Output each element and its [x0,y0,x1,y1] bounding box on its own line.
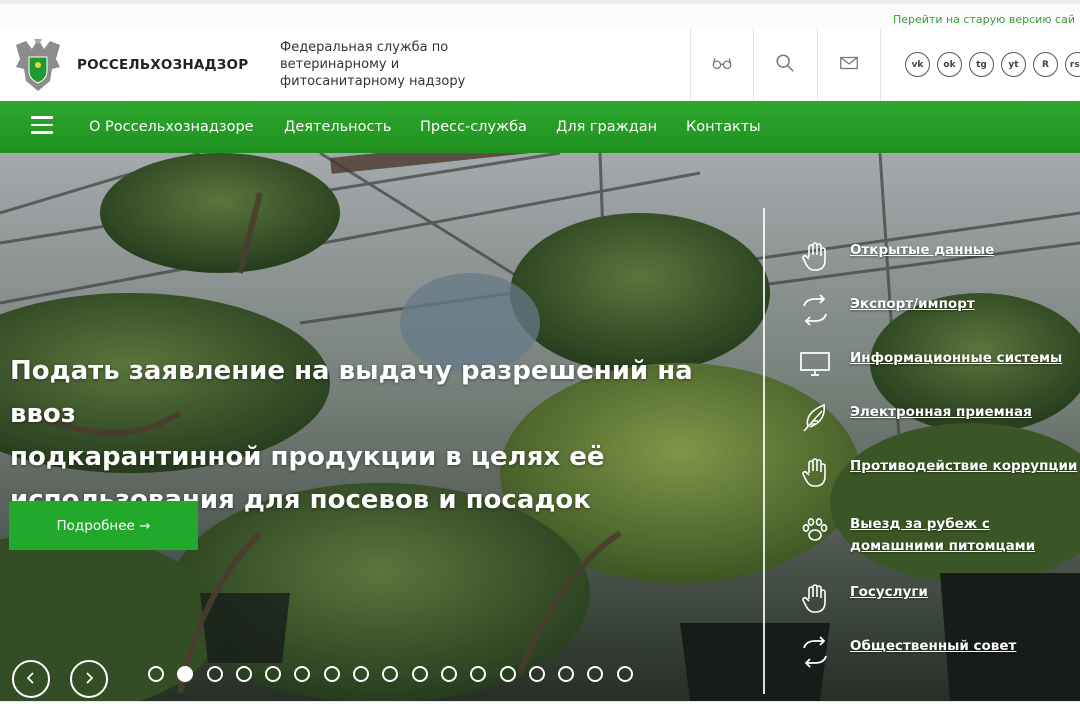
quick-link-gosuslugi[interactable]: Госуслуги [798,581,928,615]
org-name: РОССЕЛЬХОЗНАДЗОР [77,57,249,73]
old-version-link[interactable]: Перейти на старую версию сай [893,13,1075,26]
top-utility-bar: Перейти на старую версию сай [0,0,1080,28]
quick-link-label: Госуслуги [850,584,928,600]
slider-dot[interactable] [440,666,457,682]
slider-dot[interactable] [206,666,223,682]
rutube-icon[interactable]: R [1033,52,1058,77]
quick-link-e-reception[interactable]: Электронная приемная [798,401,1032,435]
quick-link-label: Открытые данные [850,242,995,258]
slider-dot[interactable] [382,666,399,682]
hero-slider: Подать заявление на выдачу разрешений на… [0,153,1080,701]
hero-title-line: Подать заявление на выдачу разрешений на… [10,356,693,429]
slider-dot[interactable] [411,666,428,682]
slider-dot[interactable] [235,666,252,682]
youtube-icon[interactable]: yt [1001,52,1026,77]
page-bottom-strip [0,701,1080,720]
feather-icon [798,401,832,435]
quick-link-export-import[interactable]: Экспорт/импорт [798,293,975,327]
nav-item-activity[interactable]: Деятельность [284,119,391,135]
slider-next-button[interactable] [70,660,108,698]
odnoklassniki-icon[interactable]: ok [937,52,962,77]
quick-link-pets-abroad[interactable]: Выезд за рубеж с домашними питомцами [798,513,1080,557]
slider-dot[interactable] [499,666,516,682]
quick-link-label: Информационные системы [850,350,1063,366]
quick-link-public-council[interactable]: Общественный совет [798,635,1016,669]
hero-title-line: подкарантинной продукции в целях её [10,442,605,472]
exchange-arrows-icon [798,635,832,669]
accessibility-button[interactable] [690,28,753,101]
menu-hamburger-icon[interactable] [31,116,53,136]
org-description-line: Федеральная служба по [280,40,449,55]
slider-dot[interactable] [616,666,633,682]
glasses-icon [711,52,733,78]
slider-dot[interactable] [265,666,282,682]
social-links: vk ok tg yt R rss [880,28,1080,101]
nav-item-citizens[interactable]: Для граждан [556,119,657,135]
slider-dot[interactable] [528,666,545,682]
slider-dot[interactable] [323,666,340,682]
coat-of-arms-logo[interactable] [12,35,64,93]
quick-link-anti-corruption[interactable]: Противодействие коррупции [798,455,1077,489]
quick-link-label: Общественный совет [850,638,1017,654]
quick-link-label: Выезд за рубеж с домашними питомцами [850,516,1036,554]
org-description-line: фитосанитарному надзору [280,74,466,89]
more-details-button[interactable]: Подробнее → [9,501,198,550]
slider-dot[interactable] [558,666,575,682]
nav-item-contacts[interactable]: Контакты [686,119,761,135]
chevron-right-icon [82,670,96,689]
exchange-arrows-icon [798,293,832,327]
site-header: РОССЕЛЬХОЗНАДЗОР Федеральная служба по в… [0,28,1080,101]
hand-icon [798,239,832,273]
slider-dots [148,666,633,682]
org-description-line: ветеринарному и [280,57,400,72]
nav-item-about[interactable]: О Россельхознадзоре [89,119,254,135]
vk-icon[interactable]: vk [905,52,930,77]
slider-dot[interactable] [294,666,311,682]
slider-dot[interactable] [177,666,194,682]
slider-dot[interactable] [470,666,487,682]
quick-link-open-data[interactable]: Открытые данные [798,239,994,273]
chevron-left-icon [24,670,38,689]
slider-dot[interactable] [148,666,164,682]
slider-dot[interactable] [587,666,604,682]
mail-icon [838,52,860,78]
org-description: Федеральная служба по ветеринарному и фи… [280,39,510,90]
telegram-icon[interactable]: tg [969,52,994,77]
quick-links-divider [763,208,765,694]
monitor-icon [798,347,832,381]
quick-link-label: Противодействие коррупции [850,458,1078,474]
search-button[interactable] [753,28,816,101]
hero-title: Подать заявление на выдачу разрешений на… [10,350,750,522]
quick-link-info-systems[interactable]: Информационные системы [798,347,1062,381]
main-nav: О Россельхознадзоре Деятельность Пресс-с… [0,101,1080,153]
search-icon [774,52,796,78]
nav-item-press[interactable]: Пресс-служба [420,119,527,135]
slider-prev-button[interactable] [12,660,50,698]
hand-icon [798,455,832,489]
slider-dot[interactable] [353,666,370,682]
quick-link-label: Экспорт/импорт [850,296,975,312]
quick-link-label: Электронная приемная [850,404,1032,420]
paw-icon [798,513,832,547]
hand-icon [798,581,832,615]
rss-icon[interactable]: rss [1065,52,1080,77]
mail-button[interactable] [817,28,880,101]
